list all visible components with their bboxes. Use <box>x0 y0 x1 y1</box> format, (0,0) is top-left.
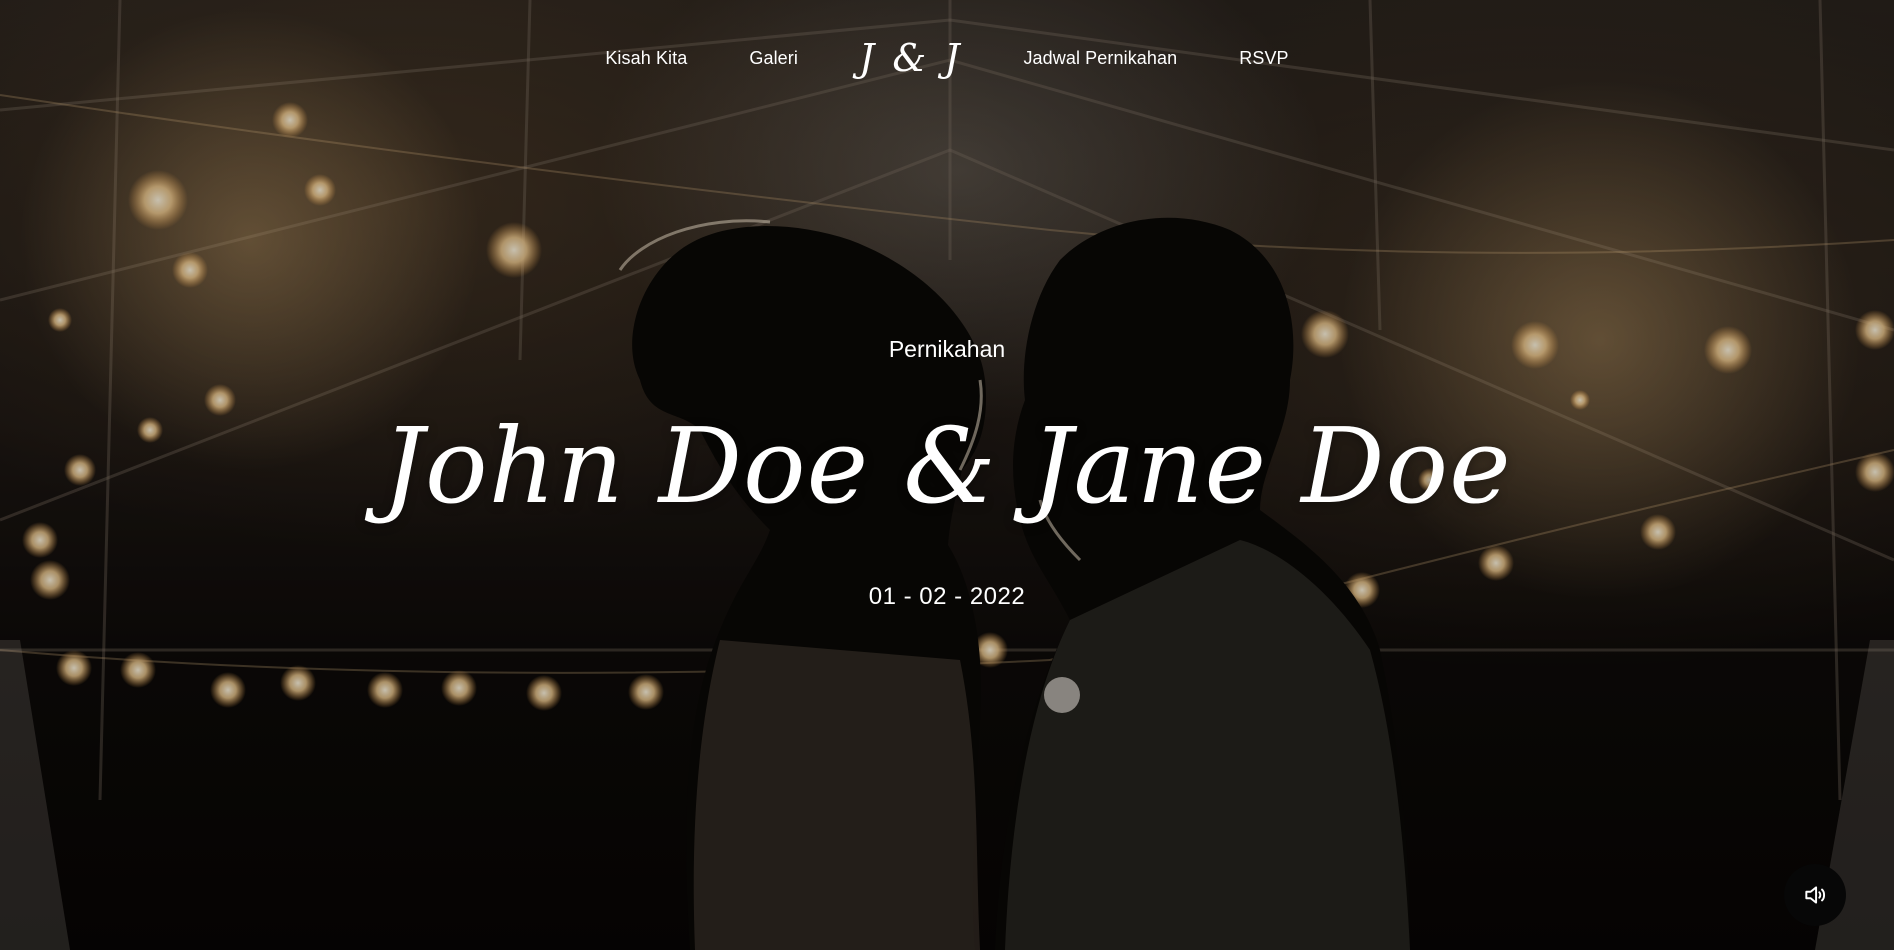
nav-link-rsvp[interactable]: RSVP <box>1239 48 1288 69</box>
logo[interactable]: J & J <box>859 36 962 80</box>
hero-section: Kisah Kita Galeri J & J Jadwal Pernikaha… <box>0 0 1894 950</box>
nav-link-galeri[interactable]: Galeri <box>749 48 798 69</box>
nav-link-jadwal-pernikahan[interactable]: Jadwal Pernikahan <box>1023 48 1177 69</box>
nav-link-kisah-kita[interactable]: Kisah Kita <box>605 48 687 69</box>
hero-subtitle: Pernikahan <box>888 336 1006 362</box>
wedding-date: 01 - 02 - 2022 <box>868 583 1026 610</box>
speaker-icon <box>1805 886 1826 904</box>
sound-toggle-button[interactable] <box>1784 864 1846 926</box>
couple-names: John Doe & Jane Doe <box>382 405 1512 527</box>
top-navigation: Kisah Kita Galeri J & J Jadwal Pernikaha… <box>0 36 1894 80</box>
